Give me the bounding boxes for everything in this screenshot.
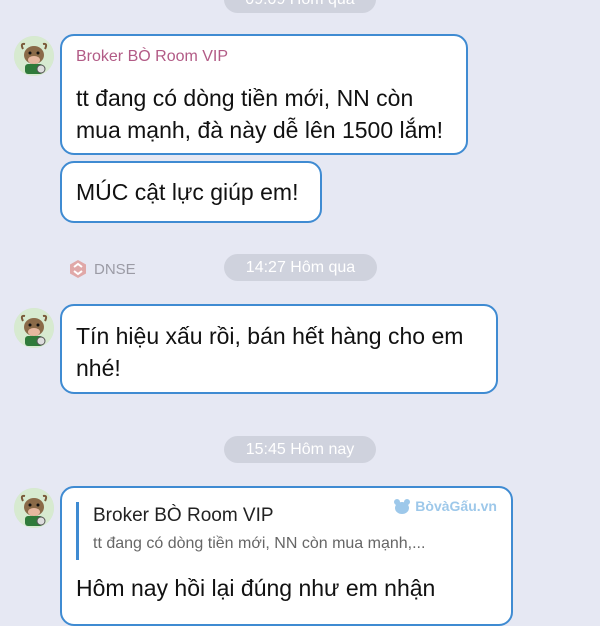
quoted-sender: Broker BÒ Room VIP [93,505,274,526]
message-sender: Broker BÒ Room VIP [76,48,229,65]
message-text: Hôm nay hồi lại đúng như em nhận [76,575,436,601]
message-text: Tín hiệu xấu rồi, bán hết hàng cho em nh… [76,323,464,381]
dnse-logo-icon [70,260,86,278]
watermark: BòvàGấu.vn [393,498,497,514]
message-bubble-2[interactable]: MÚC cật lực giúp em! [60,161,322,223]
timestamp-pill-top: 09:09 Hôm qua [224,0,376,13]
broker-avatar[interactable] [14,308,54,348]
bull-avatar-icon [14,36,54,76]
broker-avatar[interactable] [14,488,54,528]
dnse-text: DNSE [94,260,136,278]
message-text: tt đang có dòng tiền mới, NN còn mua mạn… [76,85,443,143]
message-bubble-3[interactable]: Tín hiệu xấu rồi, bán hết hàng cho em nh… [60,304,498,394]
message-bubble-4[interactable]: Broker BÒ Room VIP tt đang có dòng tiền … [60,486,513,626]
watermark-text: BòvàGấu.vn [415,498,497,514]
broker-avatar[interactable] [14,36,54,76]
message-text: MÚC cật lực giúp em! [76,179,299,205]
bull-avatar-icon [14,308,54,348]
quoted-text: tt đang có dòng tiền mới, NN còn mua mạn… [93,535,426,552]
timestamp-pill-1545: 15:45 Hôm nay [224,436,376,463]
dnse-label: DNSE [68,259,136,279]
timestamp-pill-1427: 14:27 Hôm qua [224,254,377,281]
message-bubble-1[interactable]: Broker BÒ Room VIP tt đang có dòng tiền … [60,34,468,155]
bear-watermark-icon [394,499,411,514]
bull-avatar-icon [14,488,54,528]
